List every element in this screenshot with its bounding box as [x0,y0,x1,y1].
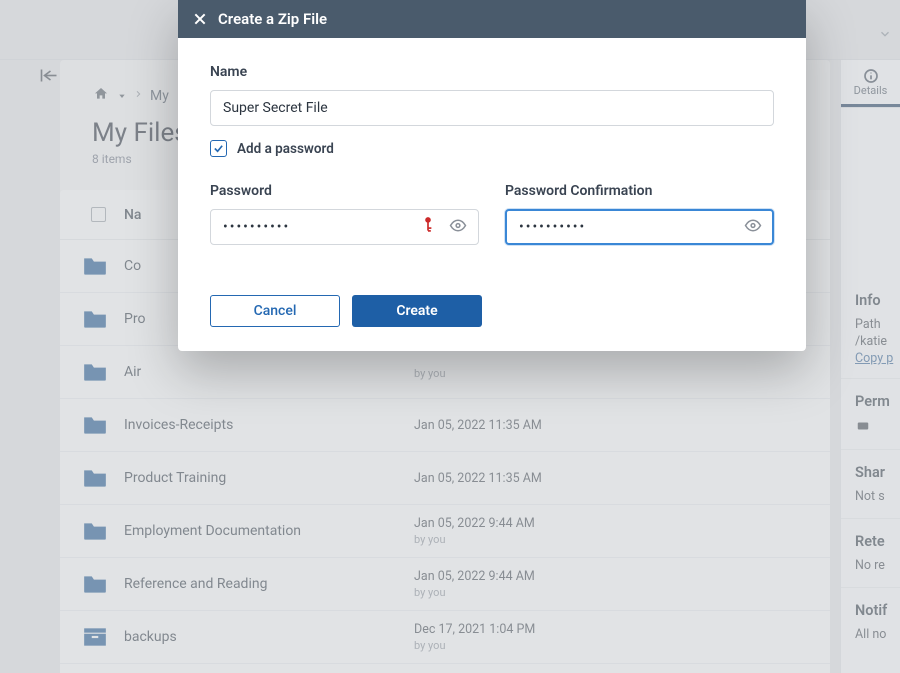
show-password-confirm-icon[interactable] [744,218,762,237]
name-input[interactable] [210,90,774,126]
password-confirm-input[interactable] [505,209,774,245]
password-confirm-label: Password Confirmation [505,183,774,199]
password-input[interactable] [210,209,479,245]
cancel-button[interactable]: Cancel [210,295,340,327]
modal-title: Create a Zip File [218,10,327,28]
show-password-icon[interactable] [449,218,467,237]
create-button[interactable]: Create [352,295,482,327]
add-password-label: Add a password [237,141,334,157]
add-password-checkbox[interactable] [210,140,227,157]
password-label: Password [210,183,479,199]
key-icon [421,216,435,238]
name-label: Name [210,64,774,80]
close-icon[interactable] [192,11,208,27]
create-zip-modal: Create a Zip File Name Add a password Pa… [178,0,806,351]
